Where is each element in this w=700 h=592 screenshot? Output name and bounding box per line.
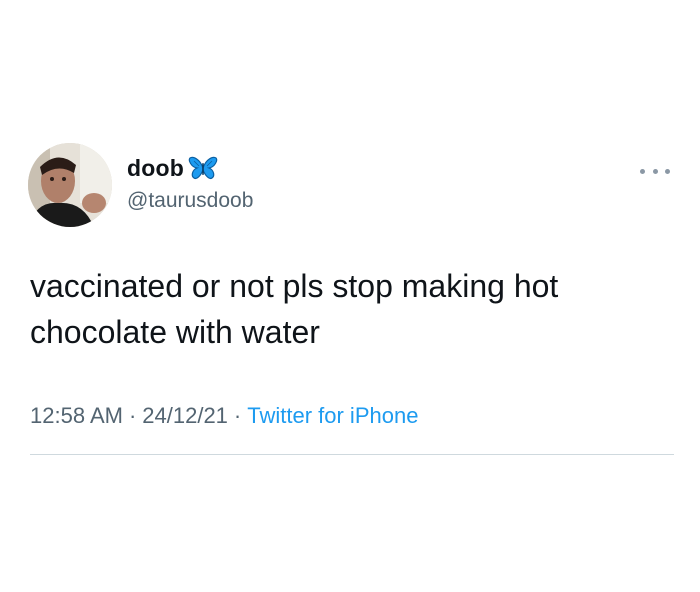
tweet-text: vaccinated or not pls stop making hot ch… [30,268,559,350]
meta-separator: · [128,403,137,428]
dot [652,168,658,174]
author-name-row[interactable]: doob [127,152,218,184]
dot [640,168,645,174]
tweet-date[interactable]: 24/12/21 [142,403,228,428]
divider [30,454,674,455]
author-handle[interactable]: @taurusdoob [127,189,253,213]
meta-separator: · [233,403,242,428]
butterfly-icon [188,155,218,181]
tweet-card: doob @taurusdoob vaccinated or not pls s… [0,0,700,592]
avatar[interactable] [28,143,112,227]
tweet-time[interactable]: 12:58 AM [30,403,123,428]
display-name[interactable]: doob [127,155,184,182]
tweet-meta: 12:58 AM · 24/12/21 · Twitter for iPhone [30,403,418,429]
dot [665,168,670,174]
more-options-icon[interactable] [640,162,670,180]
avatar-image [28,143,112,227]
tweet-source-link[interactable]: Twitter for iPhone [247,403,418,428]
